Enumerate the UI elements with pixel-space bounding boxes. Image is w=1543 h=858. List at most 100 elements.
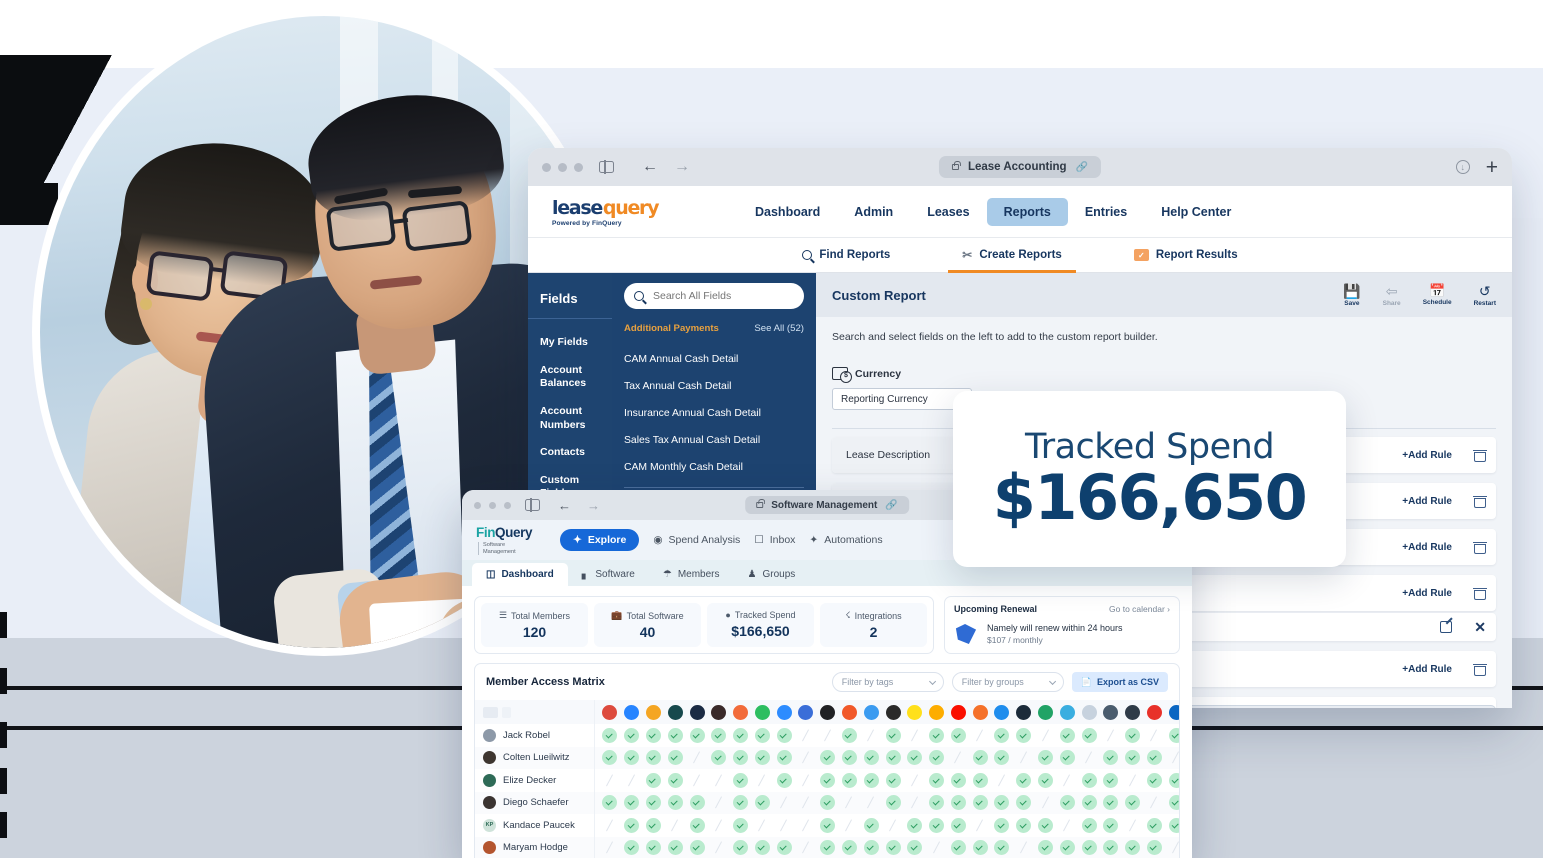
access-granted-icon[interactable] <box>841 727 857 743</box>
see-all-link[interactable]: See All (52) <box>754 323 804 334</box>
access-granted-icon[interactable] <box>1103 772 1119 788</box>
access-granted-icon[interactable] <box>1081 727 1097 743</box>
access-denied-icon[interactable] <box>755 773 770 788</box>
access-denied-icon[interactable] <box>798 795 813 810</box>
access-granted-icon[interactable] <box>711 750 727 766</box>
access-granted-icon[interactable] <box>994 817 1010 833</box>
access-granted-icon[interactable] <box>1059 727 1075 743</box>
table-view-icon[interactable] <box>483 706 498 718</box>
search-input[interactable] <box>651 289 794 303</box>
notion-icon[interactable] <box>820 704 836 720</box>
sidebar-toggle-icon[interactable] <box>525 498 540 512</box>
kpi-tracked-spend[interactable]: ● Tracked Spend $166,650 <box>707 603 814 647</box>
access-granted-icon[interactable] <box>711 727 727 743</box>
matrix-member-name[interactable]: Diego Schaefer <box>475 791 594 814</box>
fields-category-my-fields[interactable]: My Fields <box>528 329 612 357</box>
access-granted-icon[interactable] <box>929 772 945 788</box>
access-granted-icon[interactable] <box>863 817 879 833</box>
access-granted-icon[interactable] <box>733 840 749 856</box>
access-denied-icon[interactable] <box>1038 795 1053 810</box>
delete-icon[interactable] <box>1473 449 1487 462</box>
matrix-member-name[interactable]: Colten Lueilwitz <box>475 746 594 769</box>
access-granted-icon[interactable] <box>1081 795 1097 811</box>
jira-icon[interactable] <box>624 704 640 720</box>
slack-alt-icon[interactable] <box>711 704 727 720</box>
fields-category-contacts[interactable]: Contacts <box>528 439 612 467</box>
access-denied-icon[interactable] <box>798 818 813 833</box>
currency-select[interactable]: Reporting Currency <box>832 388 972 410</box>
access-granted-icon[interactable] <box>645 817 661 833</box>
access-granted-icon[interactable] <box>1081 817 1097 833</box>
access-denied-icon[interactable] <box>842 795 857 810</box>
sidebar-toggle-icon[interactable] <box>599 160 614 174</box>
save-button[interactable]: 💾 Save <box>1343 284 1360 307</box>
address-bar[interactable]: Lease Accounting 🔗 <box>938 156 1102 178</box>
kpi-total-members[interactable]: ☰ Total Members 120 <box>481 603 588 647</box>
forward-arrow-icon[interactable]: → <box>674 159 690 175</box>
access-granted-icon[interactable] <box>754 840 770 856</box>
access-granted-icon[interactable] <box>624 750 640 766</box>
access-granted-icon[interactable] <box>1103 840 1119 856</box>
zoom-icon[interactable] <box>776 704 792 720</box>
back-arrow-icon[interactable]: ← <box>558 499 571 512</box>
nav-help-center[interactable]: Help Center <box>1144 198 1248 226</box>
access-granted-icon[interactable] <box>820 772 836 788</box>
nav-reports[interactable]: Reports <box>986 197 1068 226</box>
access-granted-icon[interactable] <box>863 750 879 766</box>
kpi-integrations[interactable]: ☇ Integrations 2 <box>820 603 927 647</box>
add-rule-button[interactable]: +Add Rule <box>1402 542 1452 553</box>
access-granted-icon[interactable] <box>1125 727 1141 743</box>
matrix-member-name[interactable]: Jack Robel <box>475 724 594 747</box>
matrix-member-name[interactable]: KP Kandace Paucek <box>475 814 594 837</box>
access-granted-icon[interactable] <box>885 727 901 743</box>
access-denied-icon[interactable] <box>624 773 639 788</box>
access-granted-icon[interactable] <box>754 795 770 811</box>
access-denied-icon[interactable] <box>1147 728 1162 743</box>
access-granted-icon[interactable] <box>645 772 661 788</box>
access-denied-icon[interactable] <box>994 773 1009 788</box>
link-icon[interactable]: 🔗 <box>1076 162 1088 173</box>
matrix-member-name[interactable]: Elize Decker <box>475 769 594 792</box>
access-granted-icon[interactable] <box>1125 840 1141 856</box>
access-granted-icon[interactable] <box>885 750 901 766</box>
mailchimp-icon[interactable] <box>907 704 923 720</box>
field-item[interactable]: Tax Annual Cash Detail <box>624 373 804 400</box>
inbox-link[interactable]: ☐ Inbox <box>754 534 795 546</box>
nav-dashboard[interactable]: Dashboard <box>738 198 837 226</box>
access-granted-icon[interactable] <box>667 840 683 856</box>
sort-icon[interactable] <box>502 706 511 718</box>
access-granted-icon[interactable] <box>907 817 923 833</box>
leasequery-logo[interactable]: lease query Powered by FinQuery <box>552 197 660 227</box>
access-granted-icon[interactable] <box>667 772 683 788</box>
access-granted-icon[interactable] <box>689 727 705 743</box>
access-granted-icon[interactable] <box>624 817 640 833</box>
access-granted-icon[interactable] <box>1016 795 1032 811</box>
notion-like-icon[interactable] <box>689 704 705 720</box>
access-granted-icon[interactable] <box>885 795 901 811</box>
access-denied-icon[interactable] <box>690 750 705 765</box>
access-denied-icon[interactable] <box>755 818 770 833</box>
access-denied-icon[interactable] <box>886 818 901 833</box>
access-denied-icon[interactable] <box>973 818 988 833</box>
access-granted-icon[interactable] <box>645 750 661 766</box>
access-granted-icon[interactable] <box>885 772 901 788</box>
access-granted-icon[interactable] <box>929 750 945 766</box>
access-granted-icon[interactable] <box>733 817 749 833</box>
access-denied-icon[interactable] <box>907 773 922 788</box>
back-arrow-icon[interactable]: ← <box>642 159 658 175</box>
access-granted-icon[interactable] <box>754 727 770 743</box>
access-denied-icon[interactable] <box>668 818 683 833</box>
access-granted-icon[interactable] <box>1103 795 1119 811</box>
add-rule-button[interactable]: +Add Rule <box>1402 450 1452 461</box>
access-denied-icon[interactable] <box>864 728 879 743</box>
subnav-find-reports[interactable]: Find Reports <box>802 238 890 273</box>
filter-by-groups-select[interactable]: Filter by groups <box>951 672 1064 692</box>
nav-entries[interactable]: Entries <box>1068 198 1144 226</box>
access-granted-icon[interactable] <box>645 840 661 856</box>
webflow-icon[interactable] <box>1103 704 1119 720</box>
finquery-logo[interactable]: FinQuery Software Management <box>476 525 546 556</box>
access-granted-icon[interactable] <box>667 795 683 811</box>
access-denied-icon[interactable] <box>1125 773 1140 788</box>
access-granted-icon[interactable] <box>1125 795 1141 811</box>
access-granted-icon[interactable] <box>1059 750 1075 766</box>
